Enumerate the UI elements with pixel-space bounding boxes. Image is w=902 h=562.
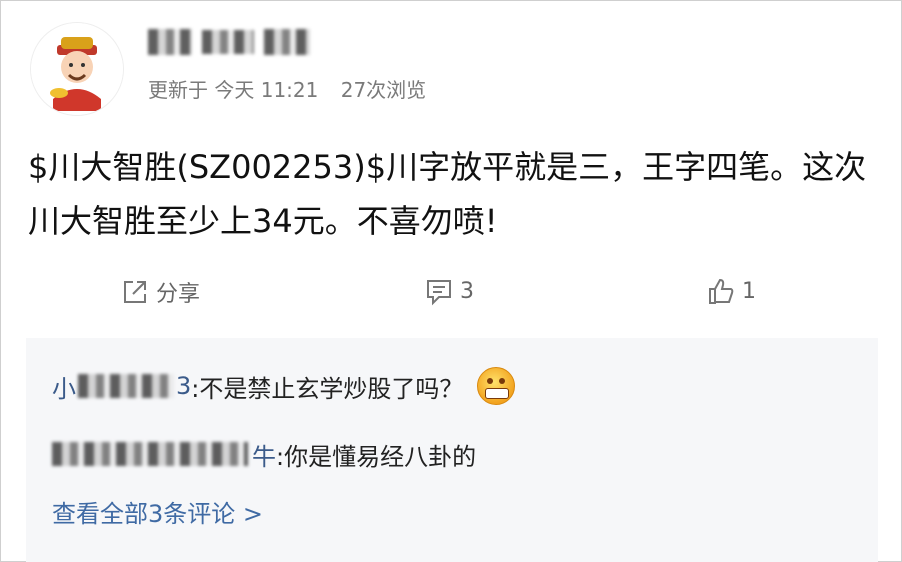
comment-count: 3 xyxy=(460,278,474,304)
username[interactable] xyxy=(148,22,310,62)
post-content: $川大智胜(SZ002253)$川字放平就是三，王字四笔。这次川大智胜至少上34… xyxy=(28,148,867,240)
comment-icon xyxy=(427,280,451,306)
like-count: 1 xyxy=(742,278,756,304)
action-bar: 分享 3 1 xyxy=(0,268,902,318)
post-meta: 更新于 今天 11:21 27次浏览 xyxy=(148,74,442,103)
comment-button[interactable]: 3 xyxy=(424,276,474,306)
comment-text: :你是懂易经八卦的 xyxy=(276,442,477,471)
comment-text: :不是禁止玄学炒股了吗？ xyxy=(191,374,464,403)
masked-username-part xyxy=(148,29,192,55)
masked-username-part xyxy=(264,29,310,55)
view-all-comments-link[interactable]: 查看全部3条评论 > xyxy=(52,494,263,529)
updated-time: 更新于 今天 11:21 xyxy=(148,78,319,102)
masked-name xyxy=(78,374,174,398)
share-icon xyxy=(124,281,146,303)
masked-username-part xyxy=(202,30,254,54)
comment-item: 牛 :你是懂易经八卦的 xyxy=(52,434,476,474)
like-button[interactable]: 1 xyxy=(706,276,756,306)
comment-author[interactable]: 牛 xyxy=(52,437,276,472)
thumbs-up-icon xyxy=(709,278,734,304)
masked-name xyxy=(52,442,248,466)
comments-panel: 小 3 :不是禁止玄学炒股了吗？ 牛 :你是懂易经八卦的 查看全部3条评论 > xyxy=(26,338,878,562)
grin-emoji-icon xyxy=(477,367,516,405)
share-label: 分享 xyxy=(156,282,201,307)
comment-item: 小 3 :不是禁止玄学炒股了吗？ xyxy=(52,362,516,410)
share-button[interactable]: 分享 xyxy=(120,276,200,308)
god-of-wealth-avatar-icon xyxy=(31,23,123,115)
comment-author[interactable]: 小 3 xyxy=(52,369,191,404)
view-count: 27次浏览 xyxy=(340,78,427,102)
avatar[interactable] xyxy=(30,22,124,116)
